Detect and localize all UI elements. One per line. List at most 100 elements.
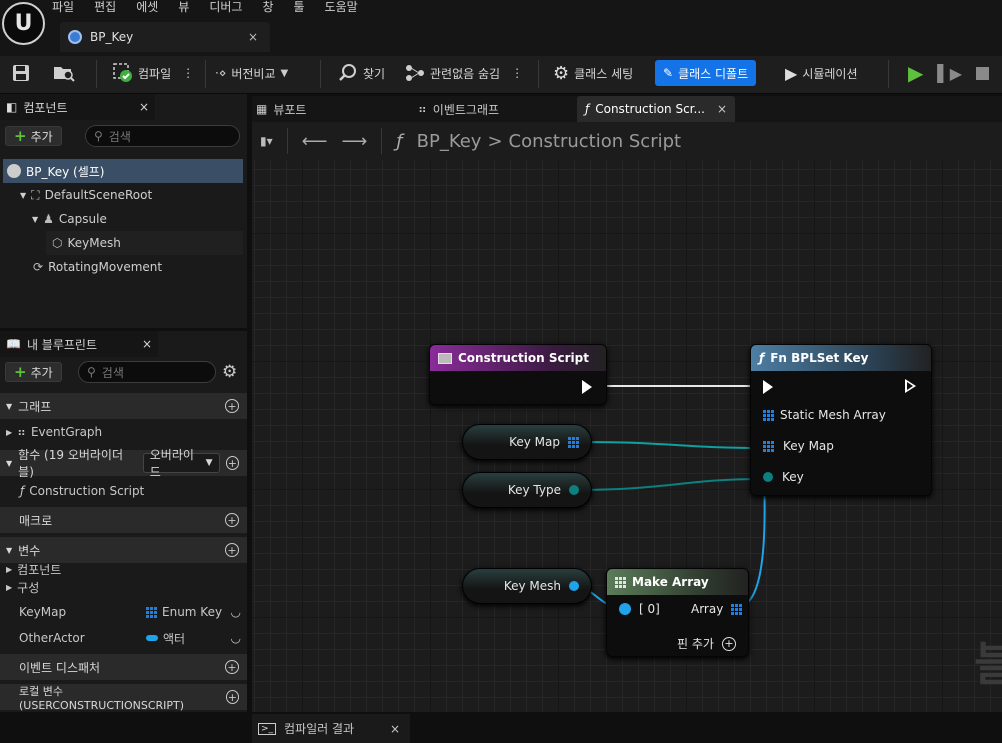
forward-arrow-icon[interactable]: ⟶ <box>341 131 367 152</box>
tree-item-default-scene-root[interactable]: ▼ ⛶ DefaultSceneRoot <box>20 183 152 207</box>
bookmark-icon[interactable]: ▮▾ <box>260 134 273 148</box>
variable-item-otheractor[interactable]: OtherActor 액터 ◡ <box>0 626 247 650</box>
get-key-mesh-node[interactable]: Key Mesh <box>462 568 592 604</box>
close-icon[interactable]: × <box>390 722 400 736</box>
hide-unrelated-button[interactable]: 관련없음 숨김 ⋮ <box>405 56 523 90</box>
get-key-map-node[interactable]: Key Map <box>462 424 592 460</box>
override-dropdown[interactable]: 오버라이드 ▼ <box>142 448 220 479</box>
function-item-construction-script[interactable]: ƒ Construction Script <box>0 479 247 503</box>
add-variable-icon[interactable]: + <box>225 543 239 557</box>
close-icon[interactable]: × <box>139 100 149 114</box>
add-function-icon[interactable]: + <box>225 456 239 470</box>
category-functions[interactable]: ▼ 함수 (19 오버라이더블) 오버라이드 ▼ + <box>0 448 247 479</box>
map-pin-icon[interactable] <box>568 436 579 448</box>
tab-viewport[interactable]: ▦ 뷰포트 <box>256 96 306 122</box>
bottom-bar <box>0 712 1002 743</box>
tree-item-rotating-movement[interactable]: ⟳ RotatingMovement <box>33 255 162 279</box>
version-icon: ⋅⋄ <box>215 66 227 80</box>
class-defaults-button[interactable]: ✎ 클래스 디폴트 <box>655 59 757 87</box>
close-icon[interactable]: × <box>248 30 258 44</box>
tree-item-capsule[interactable]: ▼ ♟ Capsule <box>32 207 107 231</box>
map-pin-icon <box>763 440 774 452</box>
breadcrumb-root[interactable]: BP_Key <box>417 131 482 152</box>
simulation-button[interactable]: ▶ 시뮬레이션 <box>785 56 858 90</box>
exec-out-pin[interactable] <box>582 380 592 394</box>
tab-label: Construction Scr... <box>595 102 705 116</box>
stop-icon[interactable] <box>976 66 989 80</box>
play-icon[interactable]: ▶ <box>908 61 923 85</box>
menu-asset[interactable]: 에셋 <box>136 0 158 16</box>
document-tab[interactable]: BP_Key × <box>60 22 270 52</box>
tree-item-keymesh[interactable]: ⬡ KeyMesh <box>46 231 243 255</box>
construction-script-node[interactable]: Construction Script <box>429 344 607 405</box>
variable-item-keymap[interactable]: KeyMap Enum Key ◡ <box>0 600 247 624</box>
browse-button[interactable] <box>53 56 75 90</box>
tab-label: 뷰포트 <box>273 102 307 117</box>
tab-construction-script[interactable]: ƒ Construction Scr... × <box>577 96 735 122</box>
menu-view[interactable]: 뷰 <box>178 0 189 16</box>
version-compare-button[interactable]: ⋅⋄ 버전비교 ▼ <box>215 56 288 90</box>
menu-help[interactable]: 도움말 <box>325 0 358 16</box>
object-pin-icon[interactable] <box>569 581 579 591</box>
pin-static-mesh-array[interactable]: Static Mesh Array <box>763 408 886 422</box>
class-settings-label: 클래스 세팅 <box>574 66 634 81</box>
pin-index-0[interactable]: [ 0] <box>619 602 660 616</box>
enum-pin-icon[interactable] <box>569 485 579 495</box>
variable-group-config[interactable]: ▶ 구성 <box>0 578 247 596</box>
pin-array[interactable]: Array <box>691 602 743 616</box>
back-arrow-icon[interactable]: ⟵ <box>302 131 328 152</box>
category-graphs[interactable]: ▼ 그래프 + <box>0 393 247 419</box>
visibility-eye-icon[interactable]: ◡ <box>231 631 241 645</box>
tab-event-graph[interactable]: ⠶ 이벤트그래프 <box>418 96 499 122</box>
step-icon[interactable]: ▌▶ <box>937 64 962 83</box>
add-local-variable-icon[interactable]: + <box>225 690 239 704</box>
components-tab[interactable]: ◧ 컴포넌트 × <box>0 94 155 120</box>
visibility-eye-icon[interactable]: ◡ <box>231 605 241 619</box>
add-component-button[interactable]: + 추가 <box>5 126 62 146</box>
category-event-dispatchers[interactable]: 이벤트 디스패처 + <box>0 654 247 680</box>
add-graph-icon[interactable]: + <box>225 399 239 413</box>
menu-debug[interactable]: 디버그 <box>209 0 242 16</box>
add-dispatcher-icon[interactable]: + <box>225 660 239 674</box>
node-header: ƒ Fn BPLSet Key <box>751 345 931 371</box>
pin-key-map[interactable]: Key Map <box>763 439 834 453</box>
variable-group-components[interactable]: ▶ 컴포넌트 <box>0 560 247 578</box>
add-pin-button[interactable]: 핀 추가 + <box>677 635 736 652</box>
category-macros[interactable]: 매크로 + <box>0 507 247 533</box>
menu-file[interactable]: 파일 <box>52 0 74 16</box>
menu-tools[interactable]: 툴 <box>294 0 305 16</box>
close-icon[interactable]: × <box>142 337 152 351</box>
find-button[interactable]: 찾기 <box>338 56 385 90</box>
unreal-logo-icon[interactable]: U <box>2 2 45 45</box>
compile-button[interactable]: 컴파일 ⋮ <box>113 56 194 90</box>
more-options-icon[interactable]: ⋮ <box>511 66 523 80</box>
menu-edit[interactable]: 편집 <box>94 0 116 16</box>
compile-check-icon <box>113 63 132 82</box>
node-graph-icon <box>406 65 424 81</box>
make-array-node[interactable]: Make Array [ 0] Array 핀 추가 + <box>606 568 749 657</box>
my-blueprint-search-input[interactable]: ⚲ 검색 <box>78 361 216 383</box>
save-button[interactable] <box>12 56 30 90</box>
add-member-button[interactable]: + 추가 <box>5 362 62 382</box>
graph-item-eventgraph[interactable]: ▶ ⠶ EventGraph <box>0 420 247 444</box>
tab-compiler-results[interactable]: >_ 컴파일러 결과 × <box>252 714 410 743</box>
node-title: Key Type <box>507 483 561 497</box>
my-blueprint-tab[interactable]: 📖 내 블루프린트 × <box>0 331 158 357</box>
breadcrumb-bar: ▮▾ ⟵ ⟶ ƒ BP_Key > Construction Script <box>252 122 1002 160</box>
add-macro-icon[interactable]: + <box>225 513 239 527</box>
expand-arrow-icon: ▼ <box>6 458 13 468</box>
more-options-icon[interactable]: ⋮ <box>182 66 194 80</box>
tree-item-self[interactable]: BP_Key (셀프) <box>3 159 243 183</box>
get-key-type-node[interactable]: Key Type <box>462 472 592 508</box>
category-label: 함수 (19 오버라이더블) <box>18 448 124 479</box>
exec-in-pin[interactable] <box>763 380 773 394</box>
menu-window[interactable]: 창 <box>262 0 273 16</box>
pin-key[interactable]: Key <box>763 470 804 484</box>
class-settings-button[interactable]: ⚙ 클래스 세팅 <box>553 56 633 90</box>
graph-canvas[interactable]: Construction Script ƒ Fn BPLSet Key Stat… <box>252 160 1002 712</box>
settings-gear-icon[interactable]: ⚙ <box>222 362 237 382</box>
close-icon[interactable]: × <box>717 102 727 116</box>
category-local-variables[interactable]: 로컬 변수 (USERCONSTRUCTIONSCRIPT) + <box>0 684 247 712</box>
fn-bplset-key-node[interactable]: ƒ Fn BPLSet Key Static Mesh Array Key Ma… <box>750 344 932 496</box>
components-search-input[interactable]: ⚲ 검색 <box>85 125 240 147</box>
